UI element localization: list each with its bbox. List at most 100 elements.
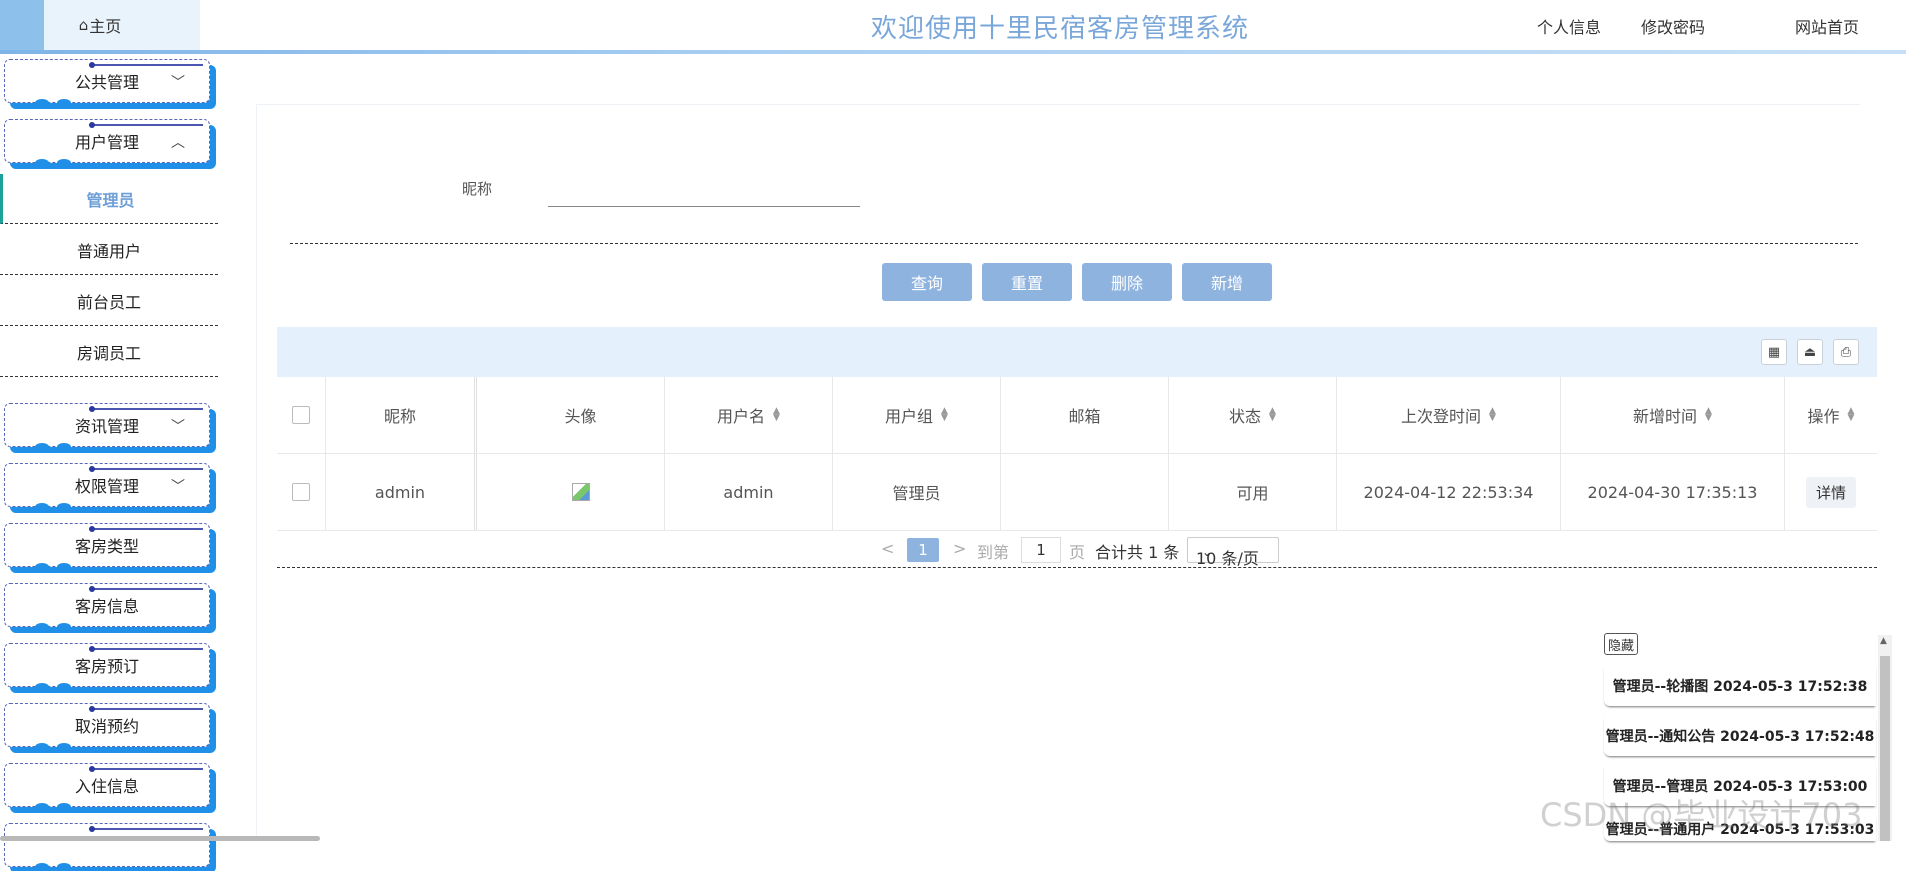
nickname-search-input[interactable] [548, 180, 860, 207]
select-all-cell [277, 377, 326, 453]
avatar-image-icon [571, 483, 590, 501]
search-label-nickname: 昵称 [462, 180, 493, 198]
next-page-icon[interactable]: > [953, 539, 966, 558]
menu-cancel-booking[interactable]: 取消预约 [4, 703, 210, 751]
cell-last-login: 2024-04-12 22:53:34 [1337, 454, 1561, 530]
delete-button[interactable]: 删除 [1082, 263, 1172, 301]
chevron-down-icon: ﹀ [171, 75, 185, 91]
change-password-link[interactable]: 修改密码 [1641, 14, 1705, 38]
col-avatar: 头像 [497, 377, 665, 453]
sidebar-item-normal-user[interactable]: 普通用户 [0, 225, 218, 275]
watermark: CSDN @毕业设计703 [1540, 796, 1863, 834]
sidebar-item-room-staff[interactable]: 房调员工 [0, 327, 218, 377]
sort-icon[interactable]: ▲ ▼ [941, 407, 948, 423]
col-label: 头像 [564, 407, 597, 426]
scroll-up-icon[interactable]: ▲ [1880, 636, 1887, 646]
divider [290, 243, 1858, 244]
col-label: 用户组 [885, 407, 934, 426]
detail-button[interactable]: 详情 [1805, 476, 1856, 508]
goto-suffix: 页 [1069, 543, 1086, 562]
add-button[interactable]: 新增 [1182, 263, 1272, 301]
col-label: 邮箱 [1068, 407, 1101, 426]
menu-label: 客房信息 [74, 597, 139, 616]
menu-user-management[interactable]: 用户管理 ︿ [4, 119, 210, 167]
chevron-down-icon: ⌄ [1202, 545, 1213, 559]
col-email: 邮箱 [1001, 377, 1169, 453]
chevron-down-icon: ﹀ [171, 419, 185, 435]
log-scroll-thumb[interactable] [1880, 656, 1890, 841]
site-home-link[interactable]: 网站首页 [1795, 14, 1859, 38]
cell-username: admin [665, 454, 833, 530]
col-status[interactable]: 状态 ▲ ▼ [1169, 377, 1337, 453]
cell-email [1001, 454, 1169, 530]
header-underline [0, 50, 1906, 54]
log-entry: 管理员--通知公告 2024-05-3 17:52:48 [1604, 716, 1876, 756]
col-label: 昵称 [383, 407, 416, 426]
pagination: < 1 > 到第 1 页 合计共 1 条 10 条/页 ⌄ [277, 532, 1877, 568]
page-size-select[interactable]: 10 条/页 ⌄ [1187, 537, 1279, 568]
app-title: 欢迎使用十里民宿客房管理系统 [870, 14, 1249, 44]
col-username[interactable]: 用户名 ▲ ▼ [665, 377, 833, 453]
page-1-button[interactable]: 1 [907, 538, 939, 562]
col-nickname[interactable]: 昵称 [326, 377, 477, 453]
sort-icon[interactable]: ▲ ▼ [1489, 407, 1496, 423]
prev-page-icon[interactable]: < [881, 539, 894, 558]
cell-nickname: admin [326, 454, 477, 530]
log-entry: 管理员--轮播图 2024-05-3 17:52:38 [1604, 666, 1876, 706]
cell-user-group: 管理员 [833, 454, 1001, 530]
top-bar: ⌂ 主页 欢迎使用十里民宿客房管理系统 个人信息 修改密码 网站首页 [0, 0, 1906, 54]
row-select-cell [277, 454, 326, 530]
menu-public-management[interactable]: 公共管理 ﹀ [4, 59, 210, 107]
menu-room-info[interactable]: 客房信息 [4, 583, 210, 631]
sidebar: 公共管理 ﹀ 用户管理 ︿ 管理员 普通用户 前台员工 房调员工 资讯管理 ﹀ … [0, 54, 230, 871]
home-tab[interactable]: ⌂ 主页 [0, 0, 200, 50]
print-icon[interactable]: ⎙ [1833, 339, 1859, 365]
goto-page-input[interactable]: 1 [1021, 537, 1061, 563]
menu-label: 公共管理 [74, 73, 139, 92]
col-last-login[interactable]: 上次登时间 ▲ ▼ [1337, 377, 1561, 453]
col-label: 状态 [1229, 407, 1262, 426]
cell-created: 2024-04-30 17:35:13 [1561, 454, 1785, 530]
col-user-group[interactable]: 用户组 ▲ ▼ [833, 377, 1001, 453]
col-label: 用户名 [717, 407, 766, 426]
col-label: 新增时间 [1633, 407, 1698, 426]
sidebar-item-admin[interactable]: 管理员 [0, 174, 218, 224]
col-label: 操作 [1807, 407, 1840, 426]
reset-button[interactable]: 重置 [982, 263, 1072, 301]
cell-actions: 详情 [1785, 454, 1877, 530]
sort-icon[interactable]: ▲ ▼ [773, 407, 780, 423]
menu-label: 权限管理 [74, 477, 139, 496]
sidebar-item-front-desk[interactable]: 前台员工 [0, 276, 218, 326]
menu-room-booking[interactable]: 客房预订 [4, 643, 210, 691]
col-actions[interactable]: 操作 ▲ ▼ [1785, 377, 1877, 453]
sort-icon[interactable]: ▲ ▼ [1705, 407, 1712, 423]
query-button[interactable]: 查询 [882, 263, 972, 301]
select-all-checkbox[interactable] [292, 406, 310, 424]
menu-more[interactable] [4, 823, 210, 871]
menu-checkin-info[interactable]: 入住信息 [4, 763, 210, 811]
export-icon[interactable]: ⏏ [1797, 339, 1823, 365]
table-header-row: 昵称 头像 用户名 ▲ ▼ 用户组 ▲ ▼ 邮箱 状态 ▲ ▼ 上次登时间 ▲ ▼ 新增时间 ▲ ▼… [277, 377, 1877, 454]
hide-log-button[interactable]: 隐藏 [1604, 633, 1638, 655]
cell-avatar [497, 454, 665, 530]
menu-label: 取消预约 [74, 717, 139, 736]
menu-label: 客房预订 [74, 657, 139, 676]
menu-label: 用户管理 [74, 133, 139, 152]
menu-label: 入住信息 [74, 777, 139, 796]
chevron-down-icon: ﹀ [171, 479, 185, 495]
row-checkbox[interactable] [292, 483, 310, 501]
profile-link[interactable]: 个人信息 [1537, 14, 1601, 38]
columns-icon[interactable]: ▦ [1761, 339, 1787, 365]
sort-icon[interactable]: ▲ ▼ [1848, 407, 1855, 423]
sort-icon[interactable]: ▲ ▼ [1269, 407, 1276, 423]
home-icon: ⌂ [78, 16, 89, 34]
menu-permission-management[interactable]: 权限管理 ﹀ [4, 463, 210, 511]
horizontal-scrollbar[interactable] [0, 836, 320, 841]
menu-news-management[interactable]: 资讯管理 ﹀ [4, 403, 210, 451]
menu-label: 客房类型 [74, 537, 139, 556]
menu-room-type[interactable]: 客房类型 [4, 523, 210, 571]
total-count: 合计共 1 条 [1095, 543, 1180, 562]
col-created[interactable]: 新增时间 ▲ ▼ [1561, 377, 1785, 453]
chevron-up-icon: ︿ [171, 135, 185, 151]
cell-status: 可用 [1169, 454, 1337, 530]
